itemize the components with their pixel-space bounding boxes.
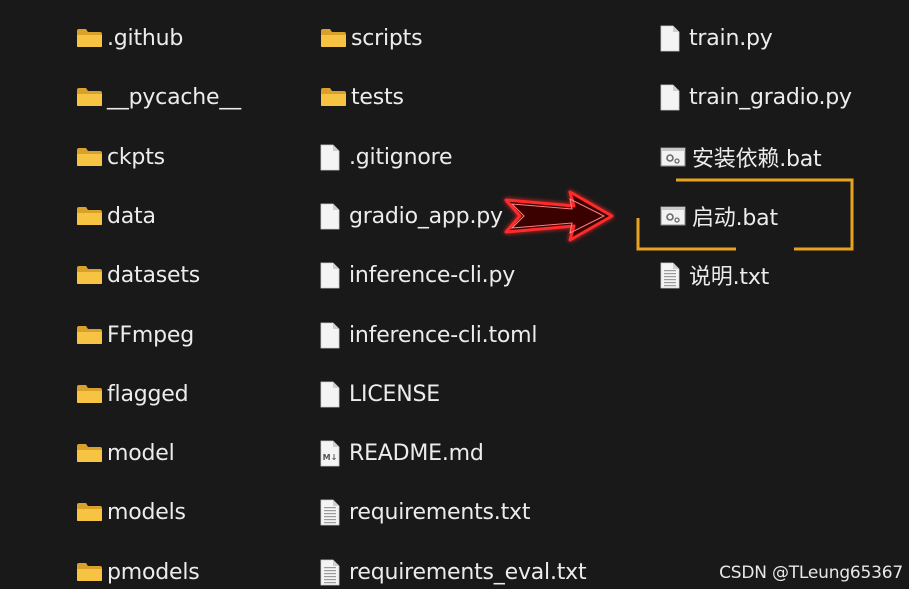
file-icon (320, 322, 340, 349)
file-item-gitignore[interactable]: .gitignore (320, 140, 452, 174)
file-icon (320, 381, 340, 408)
batch-file-icon (660, 147, 686, 167)
batch-file-icon (660, 206, 686, 226)
item-label: models (107, 499, 186, 525)
red-arrow-annotation (504, 190, 614, 242)
item-label: train_gradio.py (689, 84, 852, 110)
file-icon (320, 144, 340, 171)
text-file-icon (660, 262, 680, 289)
item-label: tests (351, 84, 404, 110)
file-item-inference-cli-toml[interactable]: inference-cli.toml (320, 318, 537, 352)
file-item-train-py[interactable]: train.py (660, 21, 773, 55)
item-label: gradio_app.py (349, 203, 503, 229)
file-item-license[interactable]: LICENSE (320, 377, 440, 411)
item-label: ckpts (107, 144, 165, 170)
folder-item-flagged[interactable]: flagged (76, 377, 189, 411)
item-label: LICENSE (349, 381, 440, 407)
file-icon (660, 84, 680, 111)
folder-icon (76, 562, 103, 582)
file-item-requirements-txt[interactable]: requirements.txt (320, 495, 530, 529)
item-label: README.md (349, 440, 484, 466)
file-item-readme-md[interactable]: M↓ README.md (320, 436, 484, 470)
file-icon (320, 203, 340, 230)
file-icon (660, 25, 680, 52)
text-file-icon (320, 559, 340, 586)
item-label: requirements.txt (349, 499, 531, 525)
item-label: train.py (689, 25, 773, 51)
file-item-bat[interactable]: 安装依赖.bat (660, 140, 822, 174)
folder-item-ffmpeg[interactable]: FFmpeg (76, 318, 194, 352)
item-label: model (107, 440, 175, 466)
folder-item-models[interactable]: models (76, 495, 186, 529)
folder-icon (76, 443, 103, 463)
text-file-icon (320, 499, 340, 526)
folder-icon (76, 384, 103, 404)
folder-icon (76, 502, 103, 522)
item-label: data (107, 203, 156, 229)
folder-item-tests[interactable]: tests (320, 80, 404, 114)
folder-item-github[interactable]: .github (76, 21, 183, 55)
folder-icon (76, 325, 103, 345)
file-item-train-gradio-py[interactable]: train_gradio.py (660, 80, 852, 114)
folder-item-pycache[interactable]: __pycache__ (76, 80, 241, 114)
file-item-bat[interactable]: 启动.bat (660, 199, 778, 233)
folder-item-scripts[interactable]: scripts (320, 21, 423, 55)
folder-item-data[interactable]: data (76, 199, 156, 233)
item-label: 安装依赖.bat (692, 147, 822, 172)
item-label: scripts (351, 25, 423, 51)
item-label: datasets (107, 262, 201, 288)
folder-icon (76, 28, 103, 48)
item-label: inference-cli.toml (349, 322, 538, 348)
file-item-requirements-eval-txt[interactable]: requirements_eval.txt (320, 555, 587, 589)
item-label: .gitignore (349, 144, 453, 170)
item-label: __pycache__ (107, 84, 241, 110)
folder-icon (76, 206, 103, 226)
folder-icon (76, 87, 103, 107)
item-label: requirements_eval.txt (349, 559, 587, 585)
item-label: 说明.txt (689, 265, 770, 290)
folder-icon (76, 265, 103, 285)
file-item-txt[interactable]: 说明.txt (660, 258, 769, 292)
file-icon (320, 262, 340, 289)
folder-item-model[interactable]: model (76, 436, 175, 470)
folder-icon (320, 87, 347, 107)
folder-item-pmodels[interactable]: pmodels (76, 555, 200, 589)
item-label: pmodels (107, 559, 200, 585)
item-label: 启动.bat (692, 206, 778, 231)
folder-icon (320, 28, 347, 48)
folder-item-ckpts[interactable]: ckpts (76, 140, 165, 174)
file-item-inference-cli-py[interactable]: inference-cli.py (320, 258, 515, 292)
item-label: FFmpeg (107, 322, 195, 348)
markdown-file-icon: M↓ (320, 440, 340, 467)
item-label: flagged (107, 381, 189, 407)
item-label: inference-cli.py (349, 262, 516, 288)
file-item-gradio-app-py[interactable]: gradio_app.py (320, 199, 503, 233)
folder-item-datasets[interactable]: datasets (76, 258, 200, 292)
watermark: CSDN @TLeung65367 (719, 563, 903, 583)
item-label: .github (107, 25, 184, 51)
svg-text:M↓: M↓ (323, 453, 338, 462)
folder-icon (76, 147, 103, 167)
